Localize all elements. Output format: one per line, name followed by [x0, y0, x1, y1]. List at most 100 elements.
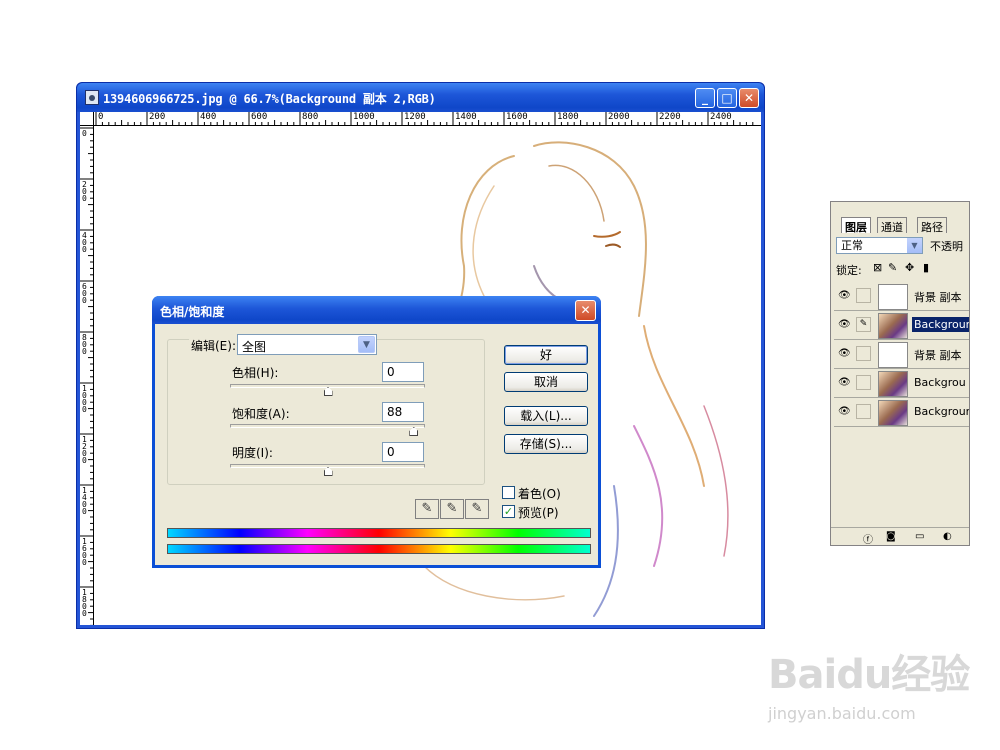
ruler-v-label: 6 0 0 — [82, 282, 87, 305]
layer-thumbnail — [878, 284, 908, 310]
chevron-down-icon[interactable]: ▼ — [907, 238, 922, 253]
eyedropper-minus-icon[interactable]: ✎ — [465, 499, 489, 519]
edit-select[interactable]: 全图 ▼ — [237, 334, 377, 355]
lock-all-icon[interactable]: ▮ — [923, 261, 929, 274]
eye-icon[interactable]: 👁 — [838, 290, 851, 301]
tab-paths[interactable]: 路径 — [917, 217, 947, 234]
layers-panel-footer: ⓕ ◙ ▭ ◐ — [831, 527, 969, 545]
ruler-h-label: 1600 — [506, 112, 528, 122]
layer-thumbnail — [878, 342, 908, 368]
close-button[interactable]: ✕ — [739, 88, 759, 108]
layer-thumbnail — [878, 371, 908, 397]
ruler-h-label: 600 — [251, 112, 268, 122]
ruler-h-label: 1200 — [404, 112, 426, 122]
ruler-v-label: 1 2 0 0 — [82, 435, 87, 465]
eyedropper-plus-icon[interactable]: ✎ — [440, 499, 464, 519]
layer-name: 背景 副本 — [914, 349, 962, 362]
watermark-url: jingyan.baidu.com — [768, 704, 916, 723]
hue-input[interactable]: 0 — [382, 362, 424, 382]
ruler-v-label: 4 0 0 — [82, 231, 87, 254]
tab-layers[interactable]: 图层 — [841, 217, 871, 234]
hue-saturation-dialog: 色相/饱和度 ✕ 编辑(E): 全图 ▼ 色相(H): 0 饱和度(A): 88… — [152, 296, 601, 568]
blend-mode-value: 正常 — [841, 239, 863, 252]
baidu-logo: Baidu经验 — [768, 652, 970, 698]
opacity-label: 不透明 — [930, 240, 963, 253]
layer-thumbnail — [878, 400, 908, 426]
saturation-input[interactable]: 88 — [382, 402, 424, 422]
cancel-button[interactable]: 取消 — [504, 372, 588, 392]
ruler-v-label: 8 0 0 — [82, 333, 87, 356]
ok-button[interactable]: 好 — [504, 345, 588, 365]
link-cell[interactable] — [856, 375, 871, 390]
horizontal-ruler[interactable]: 0 200 400 600 800 1000 1200 1400 1600 1800 2000 220… — [94, 112, 761, 126]
ruler-h-label: 2000 — [608, 112, 630, 122]
layer-name: Backgroun — [912, 317, 969, 332]
layer-mask-icon[interactable]: ◙ — [886, 531, 896, 542]
minimize-button[interactable]: _ — [695, 88, 715, 108]
ruler-h-label: 2200 — [659, 112, 681, 122]
vertical-ruler[interactable]: 0 2 0 0 4 0 0 6 0 0 8 0 0 1 0 0 0 1 2 0 0 1 4 0… — [80, 126, 94, 625]
edit-label: 编辑(E): — [189, 337, 238, 354]
lightness-slider-track[interactable] — [230, 464, 425, 468]
preview-checkbox[interactable]: ✓ — [502, 505, 515, 518]
blend-mode-select[interactable]: 正常 ▼ — [836, 237, 923, 254]
ruler-corner[interactable] — [80, 112, 94, 126]
save-button[interactable]: 存储(S)... — [504, 434, 588, 454]
load-button[interactable]: 载入(L)... — [504, 406, 588, 426]
layer-row[interactable]: 👁 背景 副本 — [834, 282, 969, 311]
hue-slider-track[interactable] — [230, 384, 425, 388]
color-spectrum-bar-output — [167, 544, 591, 554]
lock-brush-icon[interactable]: ✎ — [888, 261, 897, 274]
ruler-v-label: 1 8 0 0 — [82, 588, 87, 618]
lock-transparency-icon[interactable]: ⊠ — [873, 261, 882, 274]
ruler-h-label: 1400 — [455, 112, 477, 122]
edit-select-value: 全图 — [242, 340, 267, 354]
ruler-h-label: 400 — [200, 112, 217, 122]
ruler-h-label: 800 — [302, 112, 319, 122]
colorize-label: 着色(O) — [518, 487, 561, 501]
dialog-titlebar[interactable]: 色相/饱和度 ✕ — [152, 296, 601, 324]
lightness-input[interactable]: 0 — [382, 442, 424, 462]
saturation-slider-track[interactable] — [230, 424, 425, 428]
layer-row[interactable]: 👁 Backgrou — [834, 369, 969, 398]
layer-row[interactable]: 👁 Backgroun — [834, 398, 970, 427]
ruler-v-label: 0 — [82, 129, 87, 138]
link-cell[interactable] — [856, 404, 871, 419]
layers-panel: 图层 通道 路径 正常 ▼ 不透明 锁定: ⊠ ✎ ✥ ▮ 👁 背景 副本 👁 ✎ Ba… — [830, 201, 970, 546]
layer-style-icon[interactable]: ⓕ — [863, 531, 873, 545]
document-titlebar[interactable]: 1394606966725.jpg @ 66.7%(Background 副本 … — [77, 83, 764, 112]
layer-thumbnail — [878, 313, 908, 339]
dialog-close-button[interactable]: ✕ — [575, 300, 596, 321]
colorize-checkbox[interactable] — [502, 486, 515, 499]
brush-icon[interactable]: ✎ — [856, 317, 871, 332]
layer-name: Backgroun — [914, 405, 970, 418]
photoshop-document-icon — [85, 90, 99, 105]
layer-row[interactable]: 👁 背景 副本 — [834, 340, 969, 369]
eyedropper-icon[interactable]: ✎ — [415, 499, 439, 519]
eye-icon[interactable]: 👁 — [838, 377, 851, 388]
layer-row[interactable]: 👁 ✎ Backgroun — [834, 311, 969, 340]
link-cell[interactable] — [856, 346, 871, 361]
eye-icon[interactable]: 👁 — [838, 406, 851, 417]
document-title: 1394606966725.jpg @ 66.7%(Background 副本 … — [103, 92, 436, 106]
eye-icon[interactable]: 👁 — [838, 319, 851, 330]
chevron-down-icon[interactable]: ▼ — [358, 336, 375, 353]
eye-icon[interactable]: 👁 — [838, 348, 851, 359]
dialog-title: 色相/饱和度 — [160, 305, 225, 319]
saturation-label: 饱和度(A): — [232, 407, 290, 421]
layer-name: 背景 副本 — [914, 291, 962, 304]
layer-name: Backgrou — [914, 376, 966, 389]
ruler-h-label: 1000 — [353, 112, 375, 122]
ruler-v-label: 1 0 0 0 — [82, 384, 87, 414]
adjustment-layer-icon[interactable]: ◐ — [943, 531, 952, 542]
ruler-h-label: 1800 — [557, 112, 579, 122]
preview-label: 预览(P) — [518, 506, 559, 520]
new-group-icon[interactable]: ▭ — [915, 531, 924, 542]
ruler-h-label: 200 — [149, 112, 166, 122]
link-cell[interactable] — [856, 288, 871, 303]
lock-move-icon[interactable]: ✥ — [905, 261, 914, 274]
ruler-h-label: 0 — [98, 112, 104, 122]
maximize-button[interactable]: □ — [717, 88, 737, 108]
tab-channels[interactable]: 通道 — [877, 217, 907, 234]
ruler-v-label: 2 0 0 — [82, 180, 87, 203]
